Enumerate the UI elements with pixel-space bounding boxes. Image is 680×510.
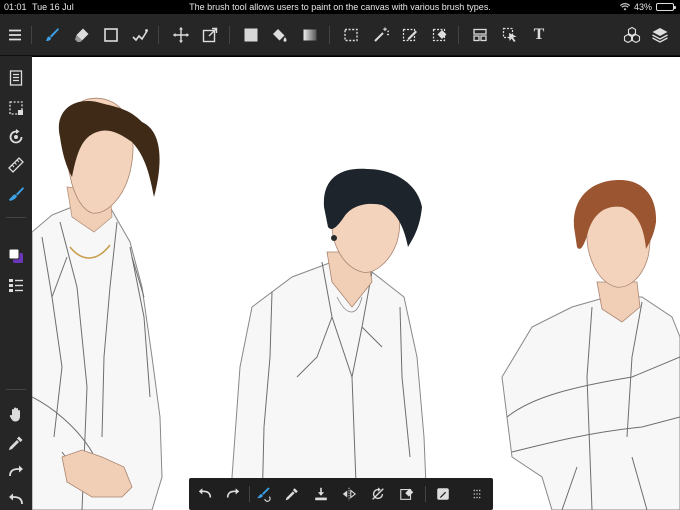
brush-settings-icon[interactable]: [252, 483, 274, 505]
artwork: [32, 97, 680, 510]
color-swatch-icon[interactable]: [4, 244, 28, 268]
artwork-figure-right: [501, 296, 680, 510]
fill-color-icon[interactable]: [239, 23, 263, 47]
top-toolbar: T: [0, 14, 680, 56]
move-icon[interactable]: [169, 23, 193, 47]
status-right: 43%: [619, 0, 676, 14]
status-bar: 01:01 Tue 16 Jul The brush tool allows u…: [0, 0, 680, 14]
select-pen-icon[interactable]: [398, 23, 422, 47]
layout-icon[interactable]: [468, 23, 492, 47]
selection-icon[interactable]: [4, 96, 28, 120]
eyedropper-icon[interactable]: [281, 483, 303, 505]
brush-icon[interactable]: [40, 23, 64, 47]
line-brush-icon[interactable]: [128, 23, 152, 47]
select-rectangle-icon[interactable]: [339, 23, 363, 47]
text-tool-icon[interactable]: T: [527, 23, 551, 47]
menu-icon[interactable]: [3, 23, 27, 47]
wifi-icon: [619, 3, 630, 11]
redo-icon: [226, 488, 240, 498]
clear-icon[interactable]: [396, 483, 418, 505]
battery-icon: [656, 3, 676, 11]
text-tool-label: T: [533, 26, 545, 43]
rotate-view-icon[interactable]: [4, 125, 28, 149]
layers-icon[interactable]: [648, 23, 672, 47]
ruler-icon[interactable]: [4, 153, 28, 177]
select-arrow-icon[interactable]: [498, 23, 522, 47]
undo-icon: [198, 488, 212, 498]
magic-wand-icon[interactable]: [369, 23, 393, 47]
eyedropper-icon[interactable]: [4, 431, 28, 455]
battery-percent: 43%: [633, 2, 652, 12]
left-toolbar: [0, 56, 32, 510]
drawing-canvas[interactable]: [32, 57, 680, 510]
layer-list-icon[interactable]: [4, 273, 28, 297]
undo-icon[interactable]: [4, 488, 28, 510]
edit-icon[interactable]: [432, 483, 454, 505]
rectangle-icon[interactable]: [99, 23, 123, 47]
pages-icon[interactable]: [4, 66, 28, 90]
flip-icon[interactable]: [338, 483, 360, 505]
redo-button[interactable]: [222, 483, 244, 505]
rotate-icon[interactable]: [367, 483, 389, 505]
gradient-icon[interactable]: [298, 23, 322, 47]
grid-icon[interactable]: [466, 483, 488, 505]
eraser-icon[interactable]: [70, 23, 94, 47]
import-icon[interactable]: [310, 483, 332, 505]
bottom-toolbar: [189, 478, 493, 510]
hand-icon[interactable]: [4, 402, 28, 426]
tool-tooltip: The brush tool allows users to paint on …: [189, 2, 491, 12]
materials-icon[interactable]: [620, 23, 644, 47]
bucket-fill-icon[interactable]: [268, 23, 292, 47]
select-eraser-icon[interactable]: [428, 23, 452, 47]
transform-icon[interactable]: [198, 23, 222, 47]
artwork-figure-center: [231, 261, 428, 510]
paint-brush-icon[interactable]: [4, 182, 28, 206]
undo-button[interactable]: [194, 483, 216, 505]
redo-icon[interactable]: [4, 460, 28, 484]
